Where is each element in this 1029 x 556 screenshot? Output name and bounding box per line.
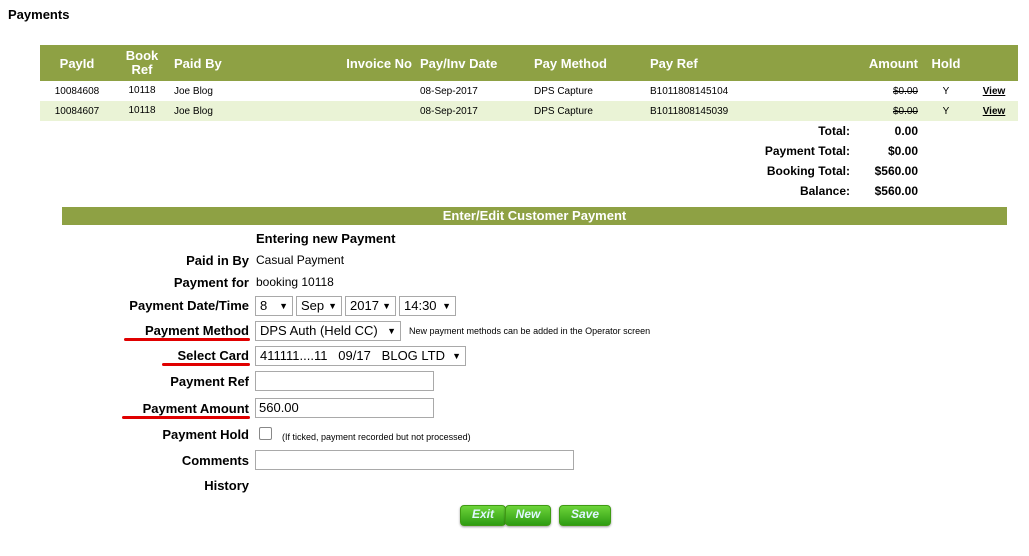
cell-hold: Y	[942, 85, 950, 97]
payment-hold-label: Payment Hold	[162, 427, 249, 442]
view-link[interactable]: View	[983, 86, 1006, 97]
col-header-bookref: Book Ref	[114, 45, 170, 81]
booking-total-label: Booking Total:	[766, 164, 850, 178]
chevron-down-icon: ▼	[442, 301, 451, 311]
chevron-down-icon: ▼	[279, 301, 288, 311]
red-underline	[124, 338, 250, 341]
payment-total-label: Payment Total:	[764, 144, 850, 158]
cell-amount: $0.00	[892, 85, 918, 97]
red-underline	[162, 363, 250, 366]
new-button[interactable]: New	[505, 505, 551, 526]
year-select-value: 2017	[350, 298, 379, 313]
select-card-label: Select Card	[177, 348, 249, 363]
card-select[interactable]: 411111....11 09/17 BLOG LTD ▼	[255, 346, 466, 366]
payment-amount-input[interactable]: 560.00	[255, 398, 434, 418]
payment-ref-input[interactable]	[255, 371, 434, 391]
page-title: Payments	[8, 7, 70, 22]
year-select[interactable]: 2017 ▼	[345, 296, 396, 316]
total-row: Total: 0.00	[40, 121, 1018, 141]
payment-total-value: $0.00	[887, 144, 918, 158]
total-label: Total:	[818, 124, 850, 138]
month-select-value: Sep	[301, 298, 325, 313]
payment-for-label: Payment for	[173, 275, 249, 290]
day-select-value: 8	[260, 298, 268, 313]
cell-bookref: 10118	[128, 85, 156, 96]
save-button[interactable]: Save	[559, 505, 611, 526]
cell-invoice	[298, 101, 416, 121]
table-header-row: PayId Book Ref Paid By Invoice No Pay/In…	[40, 45, 1018, 81]
table-row: 10084607 10118 Joe Blog 08-Sep-2017 DPS …	[40, 101, 1018, 121]
history-label: History	[204, 478, 249, 493]
balance-row: Balance: $560.00	[40, 181, 1018, 201]
cell-payid: 10084608	[54, 85, 100, 97]
balance-value: $560.00	[874, 184, 918, 198]
form-status: Entering new Payment	[256, 231, 396, 246]
cell-bookref: 10118	[114, 101, 170, 121]
payment-hold-checkbox[interactable]	[259, 427, 272, 440]
payment-hold-note: (If ticked, payment recorded but not pro…	[282, 432, 471, 442]
table-row: 10084608 10118 Joe Blog 08-Sep-2017 DPS …	[40, 81, 1018, 101]
red-underline	[122, 416, 250, 419]
paid-in-by-value: Casual Payment	[256, 253, 345, 267]
payment-method-value: DPS Auth (Held CC)	[260, 323, 378, 338]
chevron-down-icon: ▼	[382, 301, 391, 311]
col-header-date: Pay/Inv Date	[416, 45, 530, 81]
col-header-method: Pay Method	[530, 45, 646, 81]
cell-ref: B1011808145104	[650, 85, 729, 97]
payment-ref-label: Payment Ref	[170, 374, 249, 389]
payment-total-row: Payment Total: $0.00	[40, 141, 1018, 161]
cell-payid: 10084607	[40, 101, 114, 121]
cell-method: DPS Capture	[530, 101, 646, 121]
col-header-paidby: Paid By	[170, 45, 298, 81]
time-select[interactable]: 14:30 ▼	[399, 296, 456, 316]
cell-hold: Y	[922, 101, 970, 121]
booking-total-row: Booking Total: $560.00	[40, 161, 1018, 181]
booking-total-value: $560.00	[874, 164, 918, 178]
payment-datetime-label: Payment Date/Time	[129, 298, 249, 313]
paid-in-by-label: Paid in By	[186, 253, 249, 268]
col-header-ref: Pay Ref	[646, 45, 854, 81]
payment-method-select[interactable]: DPS Auth (Held CC) ▼	[255, 321, 401, 341]
comments-label: Comments	[181, 453, 249, 468]
cell-paidby: Joe Blog	[170, 101, 298, 121]
cell-amount: $0.00	[854, 101, 922, 121]
card-select-value: 411111....11 09/17 BLOG LTD	[260, 348, 445, 363]
col-header-hold: Hold	[922, 45, 970, 81]
exit-button[interactable]: Exit	[460, 505, 506, 526]
month-select[interactable]: Sep ▼	[296, 296, 342, 316]
payment-for-value: booking 10118	[256, 275, 334, 289]
cell-invoice	[298, 81, 416, 101]
balance-label: Balance:	[799, 184, 850, 198]
payment-method-note: New payment methods can be added in the …	[409, 326, 651, 336]
col-header-payid: PayId	[40, 45, 114, 81]
cell-date: 08-Sep-2017	[420, 85, 478, 97]
day-select[interactable]: 8 ▼	[255, 296, 293, 316]
col-header-view	[970, 45, 1018, 81]
cell-paidby: Joe Blog	[174, 85, 213, 97]
cell-ref: B1011808145039	[646, 101, 854, 121]
col-header-amount: Amount	[854, 45, 922, 81]
col-header-invoice: Invoice No	[298, 45, 416, 81]
cell-date: 08-Sep-2017	[416, 101, 530, 121]
payment-amount-label: Payment Amount	[142, 401, 249, 416]
form-heading: Enter/Edit Customer Payment	[62, 207, 1007, 225]
total-value: 0.00	[894, 124, 918, 138]
payment-method-label: Payment Method	[144, 323, 249, 338]
payments-table: PayId Book Ref Paid By Invoice No Pay/In…	[40, 45, 1018, 201]
chevron-down-icon: ▼	[452, 351, 461, 361]
comments-input[interactable]	[255, 450, 574, 470]
chevron-down-icon: ▼	[328, 301, 337, 311]
time-select-value: 14:30	[404, 298, 437, 313]
view-link[interactable]: View	[983, 106, 1006, 117]
cell-method: DPS Capture	[534, 85, 593, 97]
chevron-down-icon: ▼	[387, 326, 396, 336]
